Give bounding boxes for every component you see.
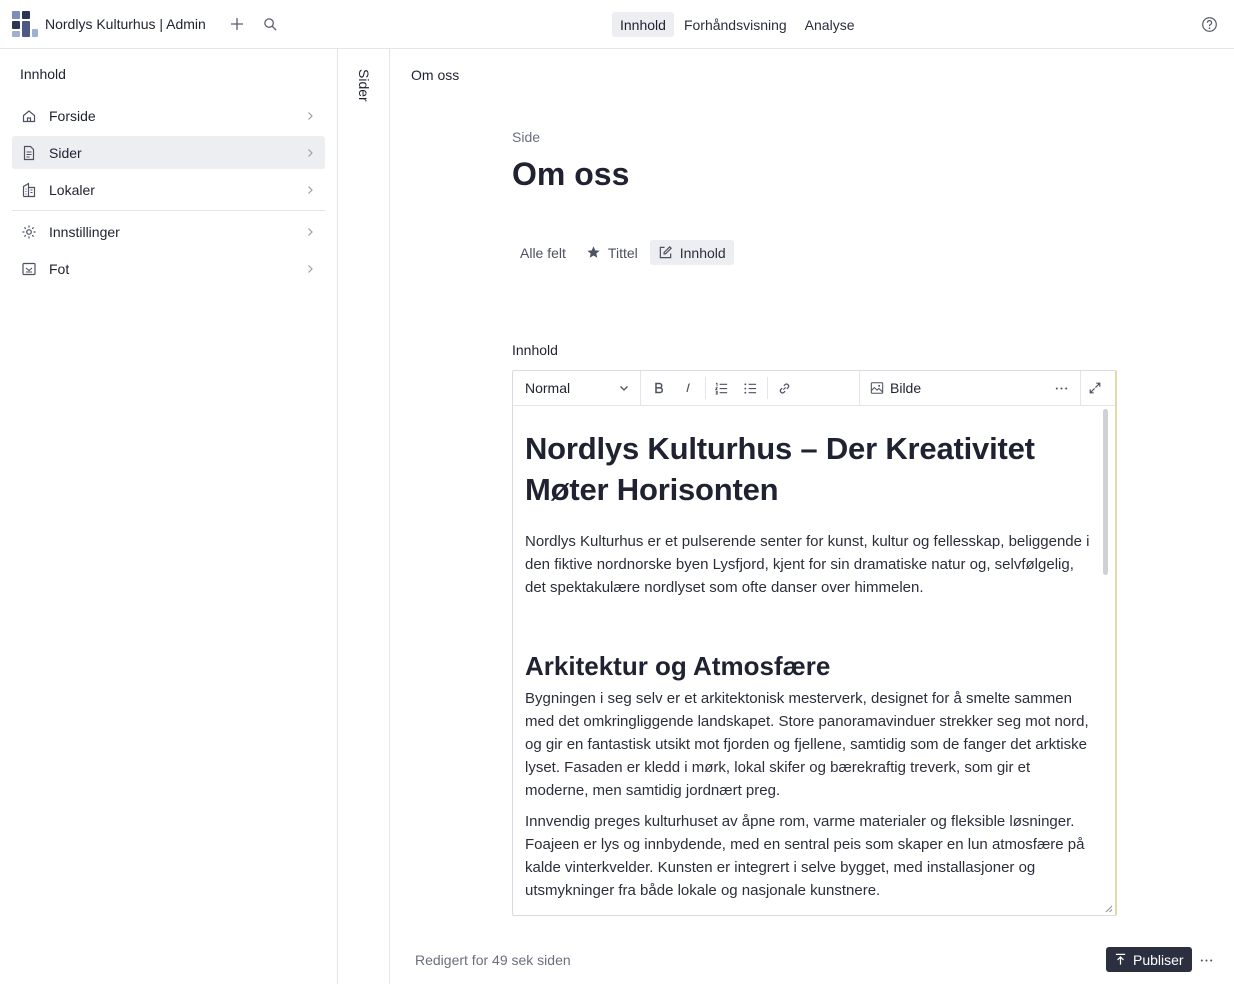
plus-icon [231,18,243,30]
tab-analyse[interactable]: Analyse [797,12,863,37]
search-button[interactable] [258,12,282,36]
link-icon [779,382,789,394]
home-icon [20,107,38,125]
tab-alle-felt[interactable]: Alle felt [512,240,574,265]
document-actions-button[interactable] [1194,948,1218,972]
nav-item-label: Forside [49,107,96,124]
content-heading-1: Nordlys Kulturhus – Der Kreativitet Møte… [525,431,1035,507]
resize-handle-icon[interactable] [1103,903,1113,913]
nav-divider [12,210,325,211]
help-icon [1201,16,1217,32]
tab-tittel[interactable]: Tittel [578,240,646,265]
nav-item-lokaler[interactable]: Lokaler [12,173,325,206]
link-button[interactable] [772,376,796,400]
ellipsis-icon [1055,386,1067,390]
toolbar-more-button[interactable] [1049,376,1073,400]
gear-icon [20,223,38,241]
editor-scrollbar[interactable] [1103,409,1108,575]
text-style-value: Normal [525,380,571,396]
content-field-label: Innhold [512,342,558,358]
insert-image-label: Bilde [890,380,922,396]
nav-item-label: Innstillinger [49,223,120,240]
text-style-select[interactable]: Normal [513,371,641,405]
publish-label: Publiser [1133,951,1184,968]
field-group-tabs: Alle felt Tittel Innhold [512,240,734,265]
field-tab-label: Alle felt [520,244,566,261]
nav-item-forside[interactable]: Forside [12,99,325,132]
toolbar-divider [705,377,706,399]
studio-logo-icon[interactable] [12,11,38,37]
editor-content[interactable]: Nordlys Kulturhus – Der Kreativitet Møte… [513,406,1103,915]
publish-button[interactable]: Publiser [1106,947,1192,972]
top-bar: Nordlys Kulturhus | Admin Innhold Forhån… [0,0,1234,49]
star-icon [587,246,600,258]
top-tabs: Innhold Forhåndsvisning Analyse [612,12,862,37]
document-type-label: Side [512,129,541,145]
toolbar-divider [767,377,768,399]
nav-item-label: Lokaler [49,181,95,198]
italic-button[interactable] [676,376,700,400]
tab-innhold[interactable]: Innhold [612,12,674,37]
ellipsis-icon [1200,958,1212,962]
chevron-right-icon [303,146,317,160]
toolbar-divider [1080,371,1081,405]
editor-toolbar: Normal Bilde [513,371,1115,406]
chevron-right-icon [303,262,317,276]
content-paragraph: Nordlys Kulturhus er et pulserende sente… [525,533,1090,596]
fullscreen-button[interactable] [1083,376,1107,400]
tab-forhandsvisning[interactable]: Forhåndsvisning [676,12,795,37]
search-icon [263,17,277,31]
numbered-list-button[interactable] [709,376,733,400]
bold-button[interactable] [647,376,671,400]
chevron-right-icon [303,225,317,239]
bullet-list-button[interactable] [738,376,762,400]
rich-text-editor: Normal Bilde Nordlys Kulturhus – Der Kre… [512,370,1117,916]
help-button[interactable] [1197,12,1221,36]
publish-icon [1115,953,1126,965]
document-icon [20,144,38,162]
edit-status: Redigert for 49 sek siden [415,952,571,968]
tab-innhold-field[interactable]: Innhold [649,240,734,265]
bold-icon [655,382,664,394]
collapsed-pane-sider[interactable]: Sider [338,49,390,984]
bullet-list-icon [743,382,756,394]
nav-item-innstillinger[interactable]: Innstillinger [12,215,325,248]
building-icon [20,181,38,199]
create-button[interactable] [225,12,249,36]
expand-icon [1089,382,1101,394]
content-type-list: Forside Sider Lokaler Innstillinger Fot [12,99,325,289]
content-heading-2: Arkitektur og Atmosfære [525,651,831,681]
nav-item-label: Fot [49,260,70,277]
panel-heading: Innhold [20,66,66,82]
nav-item-fot[interactable]: Fot [12,252,325,285]
document-title: Om oss [512,156,630,192]
field-tab-label: Innhold [679,244,726,261]
numbered-list-icon [714,382,727,395]
insert-image-button[interactable]: Bilde [859,371,1049,405]
rail-label: Sider [356,69,372,102]
chevron-right-icon [303,183,317,197]
document-breadcrumb: Om oss [411,67,460,83]
chevron-right-icon [303,109,317,123]
app-title[interactable]: Nordlys Kulturhus | Admin [45,16,206,32]
footer-icon [20,260,38,278]
content-paragraph: Bygningen i seg selv er et arkitektonisk… [525,690,1089,799]
content-panel: Innhold Forside Sider Lokaler Innstillin… [0,49,338,984]
chevron-down-icon [620,386,628,391]
nav-item-sider[interactable]: Sider [12,136,325,169]
nav-item-label: Sider [49,144,82,161]
content-paragraph: Innvendig preges kulturhuset av åpne rom… [525,813,1085,899]
italic-icon [686,383,690,393]
edit-icon [659,246,672,259]
field-tab-label: Tittel [607,244,638,261]
image-icon [870,382,884,394]
